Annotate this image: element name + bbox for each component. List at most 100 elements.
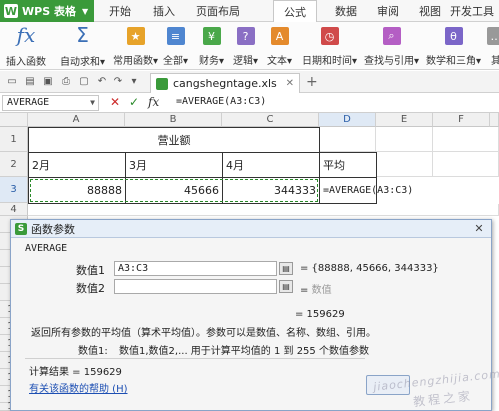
select-all-corner[interactable] xyxy=(0,113,28,127)
cell-e2[interactable] xyxy=(377,152,433,177)
finance-label: 财务▾ xyxy=(199,56,225,67)
tab-review[interactable]: 审阅 xyxy=(368,0,408,22)
tab-insert[interactable]: 插入 xyxy=(144,0,184,22)
fx-icon[interactable]: fx xyxy=(148,95,159,109)
quick-access-bar: ▭ ▤ ▣ ⎙ ▢ ↶ ↷ ▾ cangshegntage.xls ✕ + xyxy=(0,71,499,93)
undo-icon[interactable]: ↶ xyxy=(96,75,108,87)
sigma-icon: Σ xyxy=(76,23,89,47)
app-menu-button[interactable]: W WPS 表格 ▼ xyxy=(0,0,94,22)
column-header-e[interactable]: E xyxy=(376,113,433,127)
dialog-title-bar[interactable]: S 函数参数 ✕ xyxy=(11,220,491,238)
arg2-result: = 数值 xyxy=(300,281,332,296)
arg2-input[interactable] xyxy=(114,279,277,294)
new-file-icon[interactable]: ▭ xyxy=(6,75,18,87)
tab-view[interactable]: 视图 xyxy=(410,0,450,22)
calculation-result: 计算结果 = 159629 xyxy=(29,367,122,378)
preview-icon[interactable]: ▢ xyxy=(78,75,90,87)
row-4-cells[interactable] xyxy=(28,204,499,216)
chevron-down-icon[interactable]: ▼ xyxy=(90,96,95,110)
text-label: 文本▾ xyxy=(267,56,293,67)
watermark-text: 教程之家 xyxy=(412,388,474,410)
close-icon[interactable]: ✕ xyxy=(286,78,294,89)
tab-formulas[interactable]: 公式 xyxy=(273,0,317,23)
column-header-d[interactable]: D xyxy=(319,113,376,127)
common-functions-label: 常用函数▾ xyxy=(113,56,159,67)
collapse-dialog-icon[interactable]: ▤ xyxy=(279,262,293,275)
cell-e1[interactable] xyxy=(376,127,433,152)
column-header-b[interactable]: B xyxy=(125,113,222,127)
document-tab[interactable]: cangshegntage.xls ✕ xyxy=(150,73,300,93)
formula-input[interactable]: =AVERAGE(A3:C3) xyxy=(176,96,266,107)
cell-a2[interactable]: 2月 xyxy=(28,152,126,178)
autosum-button[interactable]: Σ 自动求和▾ xyxy=(60,23,106,68)
tab-home[interactable]: 开始 xyxy=(100,0,140,22)
argument-description-key: 数值1: xyxy=(78,346,108,357)
name-box[interactable]: AVERAGE ▼ xyxy=(2,95,99,111)
dialog-title: 函数参数 xyxy=(31,222,75,236)
fx-icon: fx xyxy=(16,23,36,47)
open-folder-icon[interactable]: ▤ xyxy=(24,75,36,87)
tab-data[interactable]: 数据 xyxy=(326,0,366,22)
autosum-label: 自动求和▾ xyxy=(60,57,106,68)
arg1-input[interactable]: A3:C3 xyxy=(114,261,277,276)
text-functions-button[interactable]: A 文本▾ xyxy=(267,24,292,67)
cell-d1[interactable] xyxy=(320,127,376,152)
math-functions-button[interactable]: θ 数学和三角▾ xyxy=(426,24,481,67)
cell-f2[interactable] xyxy=(433,152,499,177)
print-icon[interactable]: ⎙ xyxy=(60,75,72,87)
cell-a1-merged-title[interactable]: 营业额 xyxy=(28,127,320,153)
ok-button[interactable] xyxy=(366,375,410,395)
confirm-icon[interactable]: ✓ xyxy=(129,95,139,109)
datetime-functions-button[interactable]: ◷ 日期和时间▾ xyxy=(302,24,357,67)
column-header-partial[interactable] xyxy=(490,113,499,127)
title-bar: W WPS 表格 ▼ 开始 插入 页面布局 公式 数据 审阅 视图 开发工具 xyxy=(0,0,499,23)
arg2-eq: = xyxy=(300,285,309,296)
function-help-link[interactable]: 有关该函数的帮助 (H) xyxy=(29,380,128,395)
arg2-hint: 数值 xyxy=(311,285,332,296)
redo-icon[interactable]: ↷ xyxy=(112,75,124,87)
text-icon: A xyxy=(270,27,289,45)
lookup-functions-button[interactable]: ⌕ 查找与引用▾ xyxy=(364,24,419,67)
cancel-icon[interactable]: ✕ xyxy=(110,95,120,109)
finance-functions-button[interactable]: ¥ 财务▾ xyxy=(199,24,224,67)
close-icon[interactable]: ✕ xyxy=(471,221,487,236)
tab-developer[interactable]: 开发工具 xyxy=(445,0,499,22)
column-header-f[interactable]: F xyxy=(433,113,490,127)
more-label: 其 xyxy=(491,56,499,67)
cell-b2[interactable]: 3月 xyxy=(125,152,223,178)
arg1-result: = {88888, 45666, 344333} xyxy=(300,263,439,274)
row-header-2[interactable]: 2 xyxy=(0,152,28,177)
row-header-1[interactable]: 1 xyxy=(0,127,28,152)
list-icon: ≡ xyxy=(166,27,185,45)
arg2-label: 数值2 xyxy=(76,282,105,295)
dialog-separator xyxy=(25,358,365,359)
common-functions-button[interactable]: ★ 常用函数▾ xyxy=(113,24,158,67)
math-label: 数学和三角▾ xyxy=(426,56,482,67)
collapse-dialog-icon[interactable]: ▤ xyxy=(279,280,293,293)
tab-page-layout[interactable]: 页面布局 xyxy=(190,0,246,22)
chevron-down-icon[interactable]: ▾ xyxy=(128,75,140,87)
row-header-4[interactable]: 4 xyxy=(0,203,28,216)
save-icon[interactable]: ▣ xyxy=(42,75,54,87)
column-header-c[interactable]: C xyxy=(222,113,319,127)
row-header-3[interactable]: 3 xyxy=(0,177,28,203)
more-icon: … xyxy=(487,27,499,45)
spreadsheet-icon xyxy=(156,77,168,90)
cell-d2[interactable]: 平均 xyxy=(319,152,377,178)
function-arguments-dialog: S 函数参数 ✕ AVERAGE 数值1 A3:C3 ▤ = {88888, 4… xyxy=(10,219,499,411)
cell-f1[interactable] xyxy=(433,127,499,152)
insert-function-button[interactable]: fx 插入函数 xyxy=(6,23,46,68)
finance-icon: ¥ xyxy=(202,27,221,45)
formula-bar: AVERAGE ▼ ✕ ✓ fx =AVERAGE(A3:C3) xyxy=(0,93,499,113)
more-functions-button[interactable]: … 其 xyxy=(487,24,499,67)
cell-d3-editing[interactable]: =AVERAGE(A3:C3) xyxy=(319,177,413,204)
insert-function-label: 插入函数 xyxy=(6,57,46,68)
cell-c2[interactable]: 4月 xyxy=(222,152,320,178)
star-icon: ★ xyxy=(126,27,145,45)
column-header-a[interactable]: A xyxy=(28,113,125,127)
name-box-value: AVERAGE xyxy=(7,97,50,108)
all-functions-button[interactable]: ≡ 全部▾ xyxy=(163,24,188,67)
clock-icon: ◷ xyxy=(320,27,339,45)
new-tab-button[interactable]: + xyxy=(306,74,318,90)
logic-functions-button[interactable]: ? 逻辑▾ xyxy=(233,24,258,67)
